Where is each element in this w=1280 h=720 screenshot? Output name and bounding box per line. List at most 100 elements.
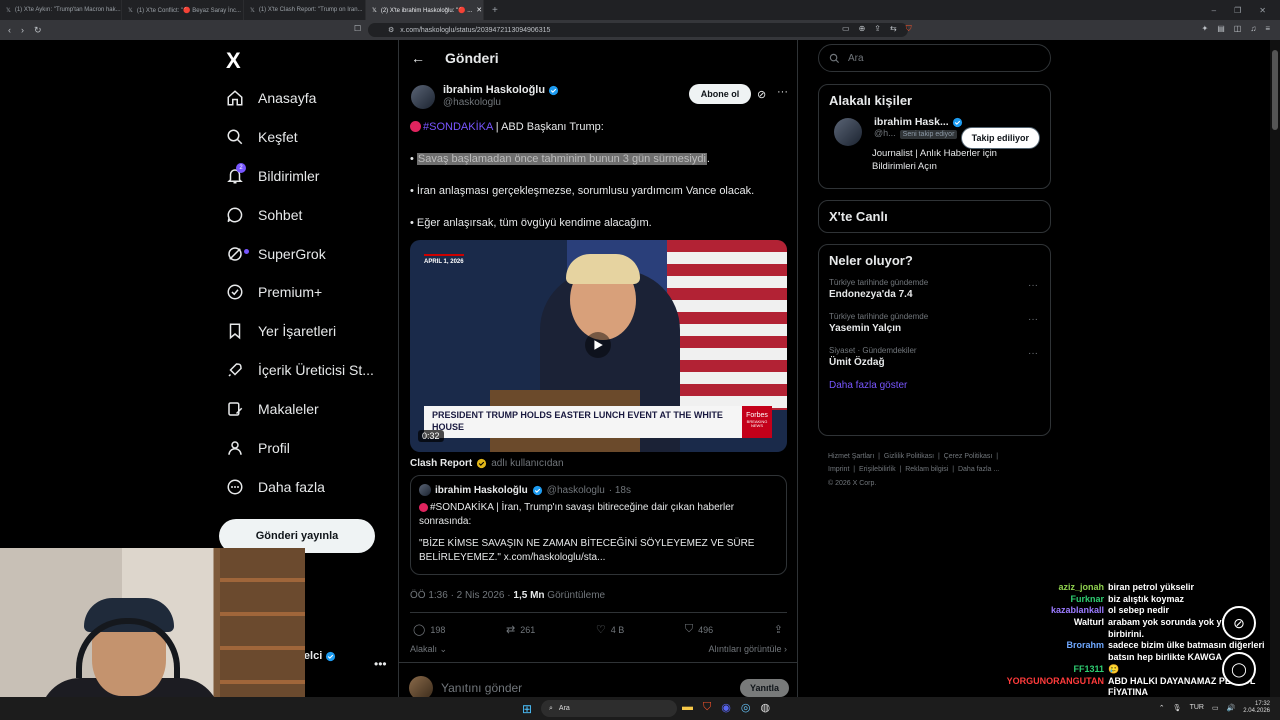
nav-item-more[interactable]: Daha fazla <box>226 472 325 502</box>
browser-tab-active[interactable]: 𝕏 (2) X'te ibrahim Haskoloğlu: "🔴 ... ✕ <box>366 0 484 20</box>
media-icon[interactable]: ♫ <box>1250 24 1256 33</box>
chevron-up-icon[interactable]: ⌃ <box>1159 704 1165 712</box>
nav-item-bookmarks[interactable]: Yer İşaretleri <box>226 316 336 346</box>
play-icon[interactable] <box>585 332 611 358</box>
footer-link[interactable]: Daha fazla ... <box>958 466 999 473</box>
forward-icon[interactable]: › <box>21 25 24 36</box>
x-live-card[interactable]: X'te Canlı <box>818 200 1051 233</box>
reply-button[interactable]: ◯ 198 <box>413 623 445 636</box>
avatar[interactable] <box>411 84 435 109</box>
reply-submit-button[interactable]: Yanıtla <box>739 679 789 697</box>
nav-item-home[interactable]: Anasayfa <box>226 83 316 113</box>
brave-icon[interactable]: ⛉ <box>703 701 711 714</box>
site-info-icon[interactable]: ⚙ <box>388 26 394 34</box>
network-icon[interactable]: ▭ <box>1212 704 1219 712</box>
url-field[interactable]: ⚙ x.com/haskologlu/status/20394721130949… <box>368 23 908 37</box>
nav-item-notifications[interactable]: 2 Bildirimler <box>226 161 319 191</box>
trend-item[interactable]: Türkiye tarihinde gündemde Endonezya'da … <box>819 278 1050 300</box>
author-handle[interactable]: @haskologlu <box>443 97 559 109</box>
cast-icon[interactable]: ▭ <box>842 24 850 34</box>
chat-username[interactable]: Furknar <box>1000 594 1104 606</box>
post-timestamp[interactable]: ÖÖ 1:36 · 2 Nis 2026 · <box>410 590 511 601</box>
back-arrow-icon[interactable]: ← <box>411 50 425 66</box>
chat-username[interactable]: FF1311 <box>1000 664 1104 676</box>
footer-link[interactable]: Imprint <box>828 466 849 473</box>
footer-link[interactable]: Gizlilik Politikası <box>884 453 934 460</box>
nav-item-supergrok[interactable]: SuperGrok <box>226 239 326 269</box>
grok-icon[interactable]: ⊘ <box>757 88 766 101</box>
browser-tab[interactable]: 𝕏 (1) X'te Aykırı: "Trump'tan Macron hak.… <box>0 0 122 20</box>
wallet-icon[interactable]: ◫ <box>1234 24 1242 33</box>
volume-icon[interactable]: 🔊 <box>1227 704 1236 712</box>
chat-username[interactable]: Walturl <box>1000 617 1104 640</box>
menu-icon[interactable]: ≡ <box>1265 24 1270 33</box>
like-button[interactable]: ♡ 4 B <box>596 623 624 636</box>
footer-link[interactable]: Hizmet Şartları <box>828 453 874 460</box>
video-player[interactable]: APRIL 1, 2026 PRESIDENT TRUMP HOLDS EAST… <box>410 240 787 452</box>
bookmark-icon[interactable]: ☐ <box>354 24 361 33</box>
close-window-icon[interactable]: ✕ <box>1259 6 1266 15</box>
brave-shield-icon[interactable]: ⛉ <box>906 24 912 34</box>
share-button[interactable]: ⇪ <box>774 623 783 636</box>
nav-item-explore[interactable]: Keşfet <box>226 122 298 152</box>
obs-icon[interactable]: ◍ <box>760 701 770 714</box>
minimize-icon[interactable]: – <box>1212 6 1216 15</box>
messages-icon[interactable]: ◯ <box>1222 652 1256 686</box>
author-name[interactable]: ibrahim Haskoloğlu <box>443 84 545 97</box>
zoom-icon[interactable]: ⊕ <box>859 24 866 34</box>
footer-link[interactable]: Reklam bilgisi <box>905 466 948 473</box>
hashtag-link[interactable]: #SONDAKİKA <box>423 121 493 133</box>
nav-item-chat[interactable]: Sohbet <box>226 200 302 230</box>
maximize-icon[interactable]: ❐ <box>1234 6 1241 15</box>
repost-button[interactable]: ⇄ 261 <box>506 623 535 636</box>
sidebar-icon[interactable]: ▤ <box>1217 24 1225 33</box>
more-dots-icon[interactable]: ··· <box>1028 314 1038 325</box>
back-icon[interactable]: ‹ <box>8 25 11 36</box>
taskbar-search[interactable]: ⌕ Ara <box>541 700 677 717</box>
close-icon[interactable]: ✕ <box>476 6 482 14</box>
more-dots-icon[interactable]: ••• <box>374 657 387 671</box>
post-author[interactable]: ibrahim Haskoloğlu @haskologlu <box>411 84 559 109</box>
chat-username[interactable]: kazablankall <box>1000 605 1104 617</box>
search-input[interactable]: Ara <box>818 44 1051 72</box>
browser-tab[interactable]: 𝕏 (1) X'te Clash Report: "Trump on Iran..… <box>244 0 366 20</box>
subscribe-button[interactable]: Abone ol <box>689 84 751 104</box>
share-icon[interactable]: ⇪ <box>874 24 881 34</box>
grok-icon[interactable]: ⊘ <box>1222 606 1256 640</box>
nav-item-creator-studio[interactable]: İçerik Üreticisi St... <box>226 355 374 385</box>
show-more-link[interactable]: Daha fazla göster <box>819 380 1050 403</box>
footer-link[interactable]: Erişilebilirlik <box>859 466 896 473</box>
nav-item-profile[interactable]: Profil <box>226 433 290 463</box>
more-dots-icon[interactable]: ··· <box>1028 280 1038 291</box>
new-tab-icon[interactable]: + <box>492 5 498 16</box>
sort-dropdown[interactable]: Alakalı ⌄ <box>410 644 447 655</box>
person-name[interactable]: ibrahim Hask... <box>874 116 949 128</box>
discord-icon[interactable]: ◉ <box>721 701 731 714</box>
chat-username[interactable]: aziz_jonah <box>1000 582 1104 594</box>
quoted-post[interactable]: ibrahim Haskoloğlu @haskologlu · 18s #SO… <box>410 475 787 575</box>
mic-icon[interactable]: 🎙 <box>1173 704 1182 712</box>
clock[interactable]: 17:32 2.04.2026 <box>1243 701 1270 714</box>
browser-tab[interactable]: 𝕏 (1) X'te Conflict: "🔴 Beyaz Saray İnc..… <box>122 0 244 20</box>
trend-item[interactable]: Siyaset · Gündemdekiler Ümit Özdağ ··· <box>819 346 1050 368</box>
source-account[interactable]: Clash Report <box>410 458 472 469</box>
reload-icon[interactable]: ↻ <box>34 25 42 36</box>
nav-item-premium[interactable]: Premium+ <box>226 277 322 307</box>
chat-username[interactable]: Brorahm <box>1000 640 1104 663</box>
folder-icon[interactable]: ▬ <box>682 701 693 714</box>
language-indicator[interactable]: TUR <box>1190 704 1204 711</box>
x-logo-icon[interactable]: X <box>226 48 241 74</box>
trend-item[interactable]: Türkiye tarihinde gündemde Yasemin Yalçı… <box>819 312 1050 334</box>
reply-input[interactable]: Yanıtını gönder <box>441 681 522 695</box>
steam-icon[interactable]: ◎ <box>741 701 751 714</box>
scrollbar-thumb[interactable] <box>1272 50 1278 130</box>
more-dots-icon[interactable]: ··· <box>777 86 788 98</box>
translate-icon[interactable]: ⇆ <box>890 24 897 34</box>
more-dots-icon[interactable]: ··· <box>1028 348 1038 359</box>
avatar[interactable] <box>834 118 862 146</box>
following-button[interactable]: Takip ediliyor <box>960 127 1040 149</box>
extensions-icon[interactable]: ✦ <box>1202 24 1209 33</box>
footer-link[interactable]: Çerez Politikası <box>944 453 993 460</box>
windows-start-icon[interactable]: ⊞ <box>522 702 532 716</box>
bookmark-button[interactable]: ⛉ 496 <box>685 623 713 636</box>
